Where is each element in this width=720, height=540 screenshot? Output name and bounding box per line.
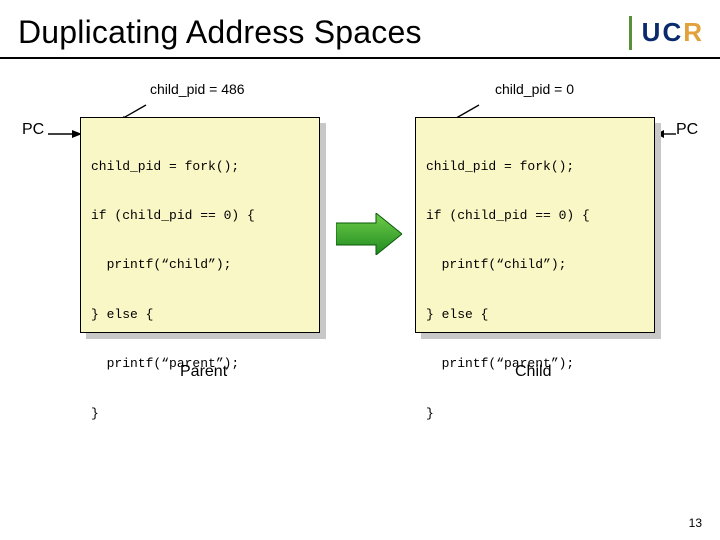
code-line: printf(“child”);: [91, 253, 309, 278]
codebox-parent: child_pid = fork(); if (child_pid == 0) …: [80, 117, 320, 333]
code-line: child_pid = fork();: [91, 155, 309, 180]
parent-column: child_pid = 486 child_pid = fork(); if (…: [80, 117, 335, 333]
caption-parent: Parent: [180, 363, 227, 381]
transition-arrow-icon: [336, 213, 402, 255]
code-line: child_pid = fork();: [426, 155, 644, 180]
pid-label-child: child_pid = 0: [495, 81, 574, 97]
code-line: }: [91, 402, 309, 427]
pc-label-right: PC: [676, 121, 698, 139]
code-line: printf(“child”);: [426, 253, 644, 278]
ucr-logo: U C R: [629, 16, 702, 50]
content-area: PC PC child_pid = 486 child_pid = fork()…: [0, 59, 720, 479]
child-column: child_pid = 0 child_pid = fork(); if (ch…: [415, 117, 670, 333]
slide: Duplicating Address Spaces U C R PC PC c…: [0, 0, 720, 540]
pid-label-parent: child_pid = 486: [150, 81, 245, 97]
logo-letter-c: C: [662, 17, 681, 48]
logo-letter-r: R: [683, 17, 702, 48]
pc-arrow-left-icon: [48, 129, 82, 139]
code-line: if (child_pid == 0) {: [426, 204, 644, 229]
code-line: } else {: [426, 303, 644, 328]
codebox-child: child_pid = fork(); if (child_pid == 0) …: [415, 117, 655, 333]
logo-bar-icon: [629, 16, 632, 50]
pc-label-left: PC: [22, 121, 44, 139]
caption-child: Child: [515, 363, 551, 381]
code-line: } else {: [91, 303, 309, 328]
slide-number: 13: [689, 516, 702, 530]
title-row: Duplicating Address Spaces U C R: [0, 0, 720, 57]
slide-title: Duplicating Address Spaces: [18, 14, 422, 51]
code-line: }: [426, 402, 644, 427]
logo-letter-u: U: [642, 17, 661, 48]
code-line: if (child_pid == 0) {: [91, 204, 309, 229]
